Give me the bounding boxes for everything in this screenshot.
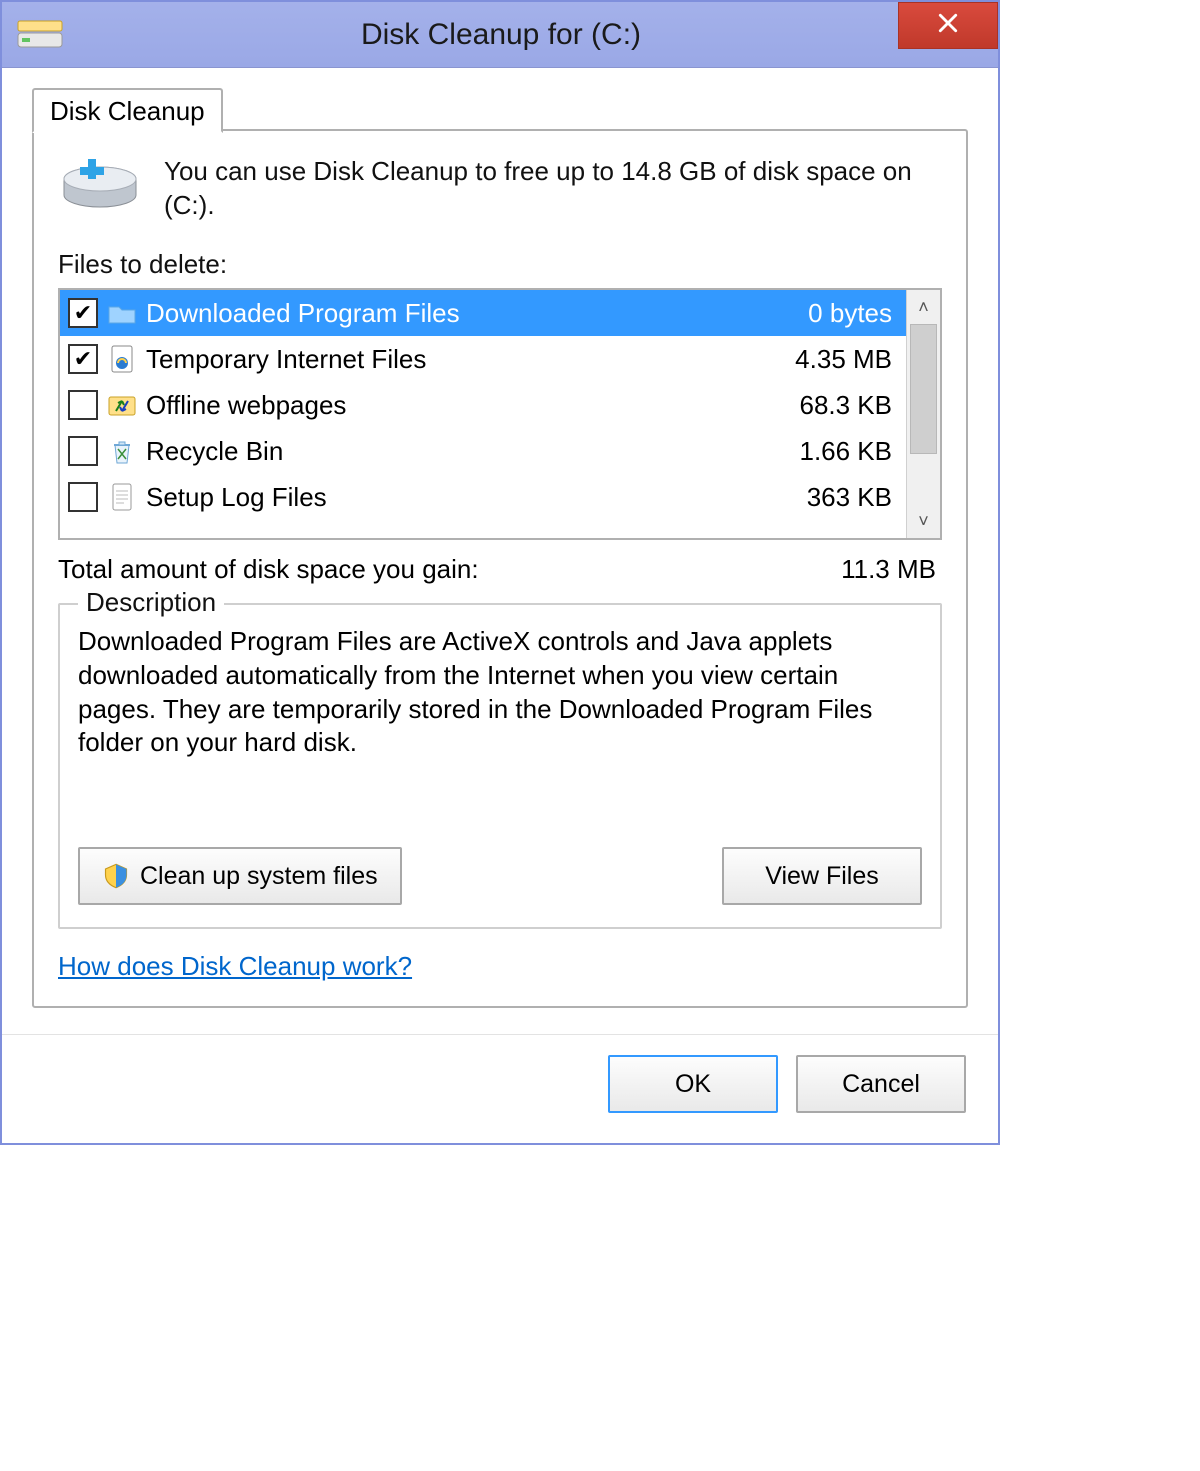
titlebar: Disk Cleanup for (C:)	[2, 2, 998, 68]
file-checkbox[interactable]	[68, 390, 98, 420]
intro-row: You can use Disk Cleanup to free up to 1…	[58, 155, 942, 225]
scroll-up-icon[interactable]: ˄	[907, 290, 940, 324]
view-files-label: View Files	[765, 862, 878, 891]
logfile-icon	[106, 481, 138, 513]
intro-text: You can use Disk Cleanup to free up to 1…	[164, 155, 942, 223]
description-group: Description Downloaded Program Files are…	[58, 603, 942, 929]
window-title: Disk Cleanup for (C:)	[64, 18, 998, 52]
close-button[interactable]	[898, 2, 998, 49]
recycle-icon	[106, 435, 138, 467]
shield-icon	[102, 862, 130, 890]
description-legend: Description	[78, 587, 224, 618]
close-icon	[937, 12, 959, 39]
ok-button[interactable]: OK	[608, 1055, 778, 1113]
scrollbar-thumb[interactable]	[910, 324, 937, 454]
file-name: Setup Log Files	[146, 482, 799, 513]
disk-cleanup-window: Disk Cleanup for (C:) Disk Cleanup	[0, 0, 1000, 1145]
file-list: Downloaded Program Files 0 bytes Temporary…	[58, 288, 942, 540]
file-checkbox[interactable]	[68, 298, 98, 328]
iefile-icon	[106, 343, 138, 375]
file-row[interactable]: Recycle Bin 1.66 KB	[60, 428, 906, 474]
file-size: 68.3 KB	[799, 390, 896, 421]
file-size: 1.66 KB	[799, 436, 896, 467]
tab-panel: You can use Disk Cleanup to free up to 1…	[32, 129, 968, 1008]
content-area: Disk Cleanup You can use Disk Cleanup	[2, 68, 998, 1034]
scroll-down-icon[interactable]: ˅	[907, 504, 940, 538]
cleanup-system-files-button[interactable]: Clean up system files	[78, 847, 402, 905]
description-text: Downloaded Program Files are ActiveX con…	[78, 625, 922, 785]
folder-icon	[106, 297, 138, 329]
offline-icon	[106, 389, 138, 421]
view-files-button[interactable]: View Files	[722, 847, 922, 905]
dialog-button-bar: OK Cancel	[2, 1034, 998, 1143]
help-link[interactable]: How does Disk Cleanup work?	[58, 951, 412, 982]
file-row[interactable]: Setup Log Files 363 KB	[60, 474, 906, 520]
file-size: 363 KB	[807, 482, 896, 513]
total-label: Total amount of disk space you gain:	[58, 554, 479, 585]
total-row: Total amount of disk space you gain: 11.…	[58, 554, 942, 585]
scrollbar-track[interactable]	[907, 324, 940, 504]
scrollbar[interactable]: ˄ ˅	[906, 290, 940, 538]
cleanup-system-files-label: Clean up system files	[140, 862, 378, 891]
ok-label: OK	[675, 1070, 711, 1099]
file-size: 4.35 MB	[795, 344, 896, 375]
cancel-button[interactable]: Cancel	[796, 1055, 966, 1113]
file-name: Temporary Internet Files	[146, 344, 787, 375]
file-row[interactable]: Offline webpages 68.3 KB	[60, 382, 906, 428]
total-value: 11.3 MB	[841, 554, 942, 585]
file-checkbox[interactable]	[68, 482, 98, 512]
file-name: Downloaded Program Files	[146, 298, 800, 329]
hard-drive-icon	[58, 155, 142, 225]
file-checkbox[interactable]	[68, 344, 98, 374]
file-size: 0 bytes	[808, 298, 896, 329]
disk-cleanup-app-icon	[16, 15, 64, 55]
cancel-label: Cancel	[842, 1070, 920, 1099]
file-row[interactable]: Downloaded Program Files 0 bytes	[60, 290, 906, 336]
file-name: Offline webpages	[146, 390, 791, 421]
file-row[interactable]: Temporary Internet Files 4.35 MB	[60, 336, 906, 382]
files-to-delete-label: Files to delete:	[58, 249, 942, 280]
file-name: Recycle Bin	[146, 436, 791, 467]
file-checkbox[interactable]	[68, 436, 98, 466]
tabstrip: Disk Cleanup	[32, 88, 968, 132]
tab-disk-cleanup[interactable]: Disk Cleanup	[32, 88, 223, 133]
